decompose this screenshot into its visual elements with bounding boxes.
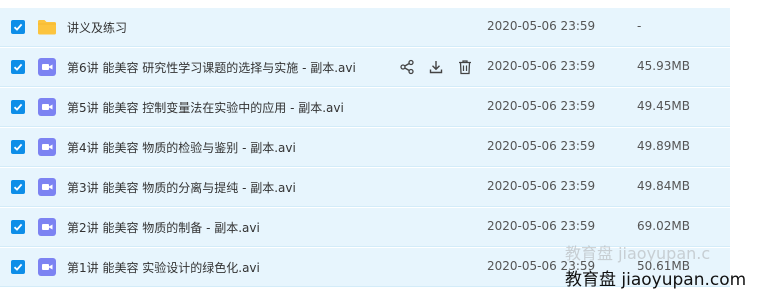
- file-name[interactable]: 第5讲 能美容 控制变量法在实验中的应用 - 副本.avi: [67, 99, 344, 116]
- download-icon[interactable]: [428, 59, 444, 75]
- modified-date: 2020-05-06 23:59: [487, 99, 596, 113]
- modified-date: 2020-05-06 23:59: [487, 19, 596, 33]
- list-item[interactable]: 第6讲 能美容 研究性学习课题的选择与实施 - 副本.avi 2020-05-0…: [0, 48, 730, 87]
- share-icon[interactable]: [399, 59, 415, 75]
- checkbox-checked[interactable]: [11, 220, 25, 234]
- file-size: 50.61MB: [637, 259, 690, 273]
- check-icon: [13, 143, 23, 151]
- file-name[interactable]: 第1讲 能美容 实验设计的绿色化.avi: [67, 259, 260, 276]
- modified-date: 2020-05-06 23:59: [487, 139, 596, 153]
- folder-icon: [38, 20, 56, 35]
- file-name[interactable]: 第3讲 能美容 物质的分离与提纯 - 副本.avi: [67, 179, 296, 196]
- file-size: 49.84MB: [637, 179, 690, 193]
- modified-date: 2020-05-06 23:59: [487, 219, 596, 233]
- file-size: 49.89MB: [637, 139, 690, 153]
- checkbox-checked[interactable]: [11, 20, 25, 34]
- file-size: -: [637, 19, 642, 33]
- check-icon: [13, 183, 23, 191]
- check-icon: [13, 63, 23, 71]
- list-item[interactable]: 第4讲 能美容 物质的检验与鉴别 - 副本.avi 2020-05-06 23:…: [0, 128, 730, 167]
- file-size: 45.93MB: [637, 59, 690, 73]
- modified-date: 2020-05-06 23:59: [487, 259, 596, 273]
- modified-date: 2020-05-06 23:59: [487, 179, 596, 193]
- checkbox-checked[interactable]: [11, 100, 25, 114]
- delete-icon[interactable]: [457, 59, 473, 75]
- video-file-icon: [38, 178, 56, 196]
- video-file-icon: [38, 98, 56, 116]
- list-item[interactable]: 第2讲 能美容 物质的制备 - 副本.avi 2020-05-06 23:59 …: [0, 208, 730, 247]
- list-item[interactable]: 讲义及练习 2020-05-06 23:59 -: [0, 8, 730, 47]
- file-name[interactable]: 讲义及练习: [67, 19, 127, 36]
- right-gutter: [730, 0, 770, 297]
- file-name[interactable]: 第4讲 能美容 物质的检验与鉴别 - 副本.avi: [67, 139, 296, 156]
- list-item[interactable]: 第3讲 能美容 物质的分离与提纯 - 副本.avi 2020-05-06 23:…: [0, 168, 730, 207]
- list-item[interactable]: 第1讲 能美容 实验设计的绿色化.avi 2020-05-06 23:59 50…: [0, 248, 730, 287]
- check-icon: [13, 223, 23, 231]
- list-item[interactable]: 第5讲 能美容 控制变量法在实验中的应用 - 副本.avi 2020-05-06…: [0, 88, 730, 127]
- check-icon: [13, 103, 23, 111]
- file-name[interactable]: 第2讲 能美容 物质的制备 - 副本.avi: [67, 219, 260, 236]
- modified-date: 2020-05-06 23:59: [487, 59, 596, 73]
- check-icon: [13, 23, 23, 31]
- file-list: 讲义及练习 2020-05-06 23:59 - 第6讲 能美容 研究性学习课题…: [0, 8, 730, 288]
- file-size: 49.45MB: [637, 99, 690, 113]
- video-file-icon: [38, 138, 56, 156]
- checkbox-checked[interactable]: [11, 60, 25, 74]
- checkbox-checked[interactable]: [11, 260, 25, 274]
- row-actions: [399, 59, 473, 75]
- video-file-icon: [38, 58, 56, 76]
- file-name[interactable]: 第6讲 能美容 研究性学习课题的选择与实施 - 副本.avi: [67, 59, 356, 76]
- check-icon: [13, 263, 23, 271]
- video-file-icon: [38, 258, 56, 276]
- checkbox-checked[interactable]: [11, 140, 25, 154]
- checkbox-checked[interactable]: [11, 180, 25, 194]
- video-file-icon: [38, 218, 56, 236]
- file-size: 69.02MB: [637, 219, 690, 233]
